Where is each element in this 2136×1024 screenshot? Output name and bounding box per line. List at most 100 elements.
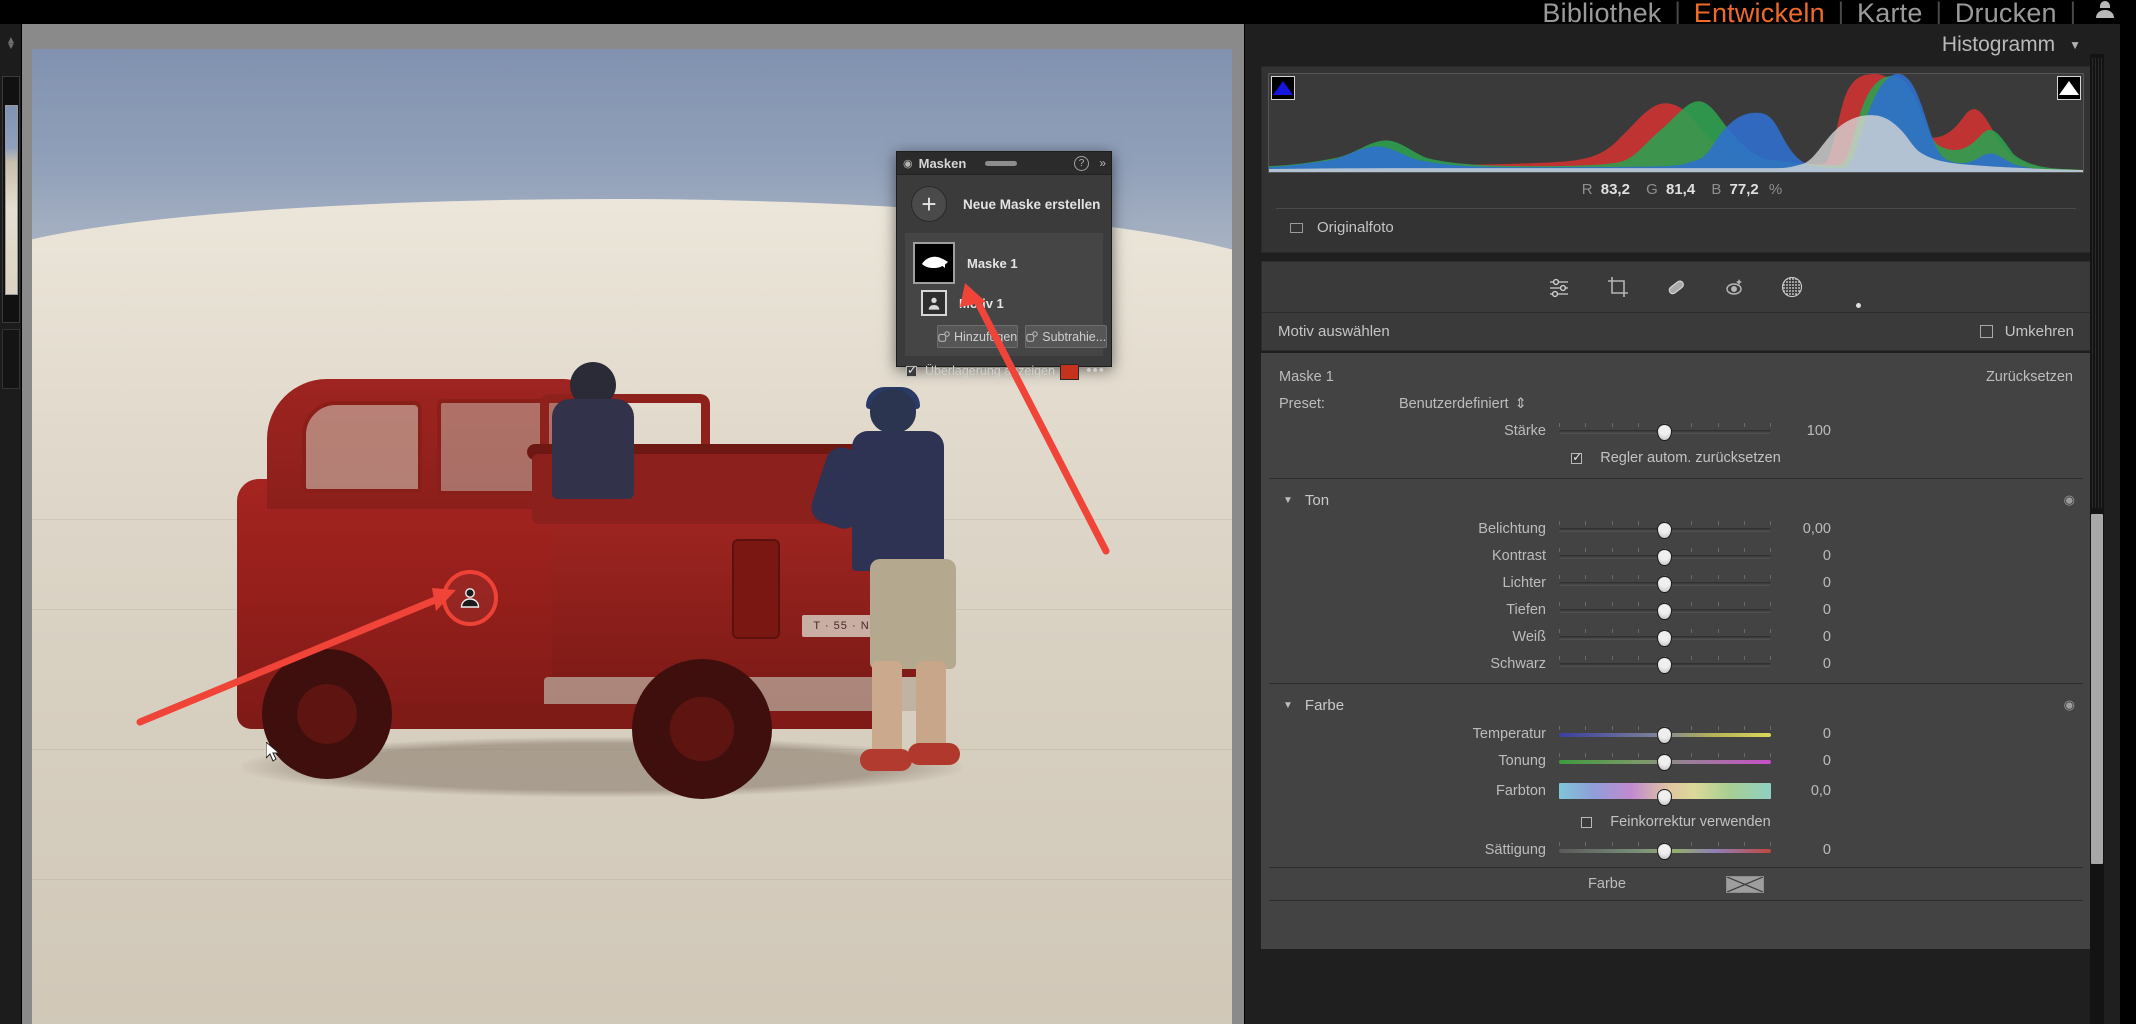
module-entwickeln[interactable]: Entwickeln <box>1681 0 1838 24</box>
left-panel-collapsed[interactable]: ▲ ▼ <box>0 24 22 1024</box>
strength-label: Stärke <box>1504 422 1546 439</box>
module-separator: | <box>2069 0 2076 24</box>
create-new-mask-button[interactable]: + Neue Maske erstellen <box>897 175 1111 233</box>
add-mask-button[interactable]: Hinzufügen <box>937 325 1019 348</box>
subtract-mask-label: Subtrahie... <box>1042 329 1107 344</box>
masking-icon[interactable] <box>1778 273 1806 301</box>
mask-action-buttons: Hinzufügen Subtrahie... <box>905 319 1108 348</box>
slider-label: Belichtung <box>1478 520 1546 537</box>
slider-label: Weiß <box>1512 628 1546 645</box>
slider-value: 0 <box>1822 574 1831 591</box>
basic-adjust-icon[interactable] <box>1546 273 1574 301</box>
rectangle-icon <box>1290 222 1303 233</box>
up-down-stepper-icon[interactable]: ⇕ <box>1515 396 1527 412</box>
subtract-mask-button[interactable]: Subtrahie... <box>1025 325 1108 348</box>
masken-floating-panel[interactable]: ◉ Masken ? » + Neue Maske erstellen Mask… <box>896 151 1112 380</box>
slider-belichtung: Belichtung 0,00 <box>1261 515 2091 542</box>
slider-control[interactable] <box>1559 519 1771 539</box>
select-subject-row[interactable]: Motiv auswählen Umkehren <box>1261 313 2091 351</box>
slider-control[interactable] <box>1559 627 1771 647</box>
tool-strip <box>1261 261 2091 313</box>
reset-mask-button[interactable]: Zurücksetzen <box>1986 369 2073 385</box>
scrollbar-thumb[interactable] <box>2091 514 2103 864</box>
slider-value: 0 <box>1822 841 1831 858</box>
drag-grip-icon[interactable] <box>985 161 1017 166</box>
navigator-box <box>2 76 20 323</box>
crop-icon[interactable] <box>1604 273 1632 301</box>
module-karte[interactable]: Karte <box>1844 0 1936 24</box>
preset-row: Preset: Benutzerdefiniert ⇕ <box>1261 390 2091 417</box>
show-overlay-row[interactable]: Überlagerung anzeigen ••• <box>897 356 1111 386</box>
slider-control[interactable] <box>1559 546 1771 566</box>
shadow-clipping-triangle[interactable] <box>1271 76 1295 100</box>
user-badge-icon[interactable] <box>2092 0 2118 24</box>
slider-control[interactable] <box>1559 751 1771 771</box>
caret-down-icon[interactable]: ▼ <box>1283 700 1293 711</box>
fine-correction-checkbox[interactable] <box>1581 816 1593 828</box>
person-right-shorts <box>870 559 956 669</box>
caret-down-icon[interactable]: ▼ <box>1283 495 1293 506</box>
mask-header-row: Maske 1 Zurücksetzen <box>1261 363 2091 390</box>
module-drucken[interactable]: Drucken <box>1942 0 2070 24</box>
show-overlay-checkbox[interactable] <box>906 363 917 377</box>
chevron-down-icon[interactable]: ▼ <box>2069 38 2081 52</box>
subject-person-pin-icon[interactable] <box>442 570 498 626</box>
slider-control[interactable] <box>1559 840 1771 860</box>
masken-panel-header[interactable]: ◉ Masken ? » <box>897 152 1111 175</box>
right-panel-scrollbar[interactable] <box>2090 54 2104 1024</box>
module-bar: Bibliothek | Entwickeln | Karte | Drucke… <box>0 0 2136 24</box>
fine-correction-row[interactable]: Feinkorrektur verwenden <box>1261 808 2091 836</box>
eye-icon[interactable]: ◉ <box>2064 492 2075 508</box>
slider-saettigung: Sättigung 0 <box>1261 836 2091 863</box>
photo-thumbnail[interactable] <box>5 105 18 295</box>
histogram-chart[interactable] <box>1268 73 2084 173</box>
invert-checkbox[interactable] <box>1979 325 1993 338</box>
section-header-ton[interactable]: ▼ Ton ◉ <box>1261 485 2091 515</box>
overlay-color-swatch[interactable] <box>1060 364 1079 380</box>
invert-label: Umkehren <box>2004 323 2074 340</box>
r-value: 83,2 <box>1600 181 1630 198</box>
no-color-swatch[interactable] <box>1725 875 1764 893</box>
slider-value: 0 <box>1822 752 1831 769</box>
section-header-farbe[interactable]: ▼ Farbe ◉ <box>1261 690 2091 720</box>
healing-brush-icon[interactable] <box>1662 273 1690 301</box>
show-overlay-label: Überlagerung anzeigen <box>925 364 1055 378</box>
slider-label: Farbton <box>1496 783 1546 799</box>
truck-running-board <box>347 704 647 722</box>
preset-value[interactable]: Benutzerdefiniert <box>1399 396 1509 412</box>
red-eye-icon[interactable] <box>1720 273 1748 301</box>
ellipsis-icon[interactable]: ••• <box>1086 362 1105 379</box>
slider-control[interactable] <box>1559 779 1771 806</box>
eye-icon[interactable]: ◉ <box>903 157 913 170</box>
slider-control[interactable] <box>1559 724 1771 744</box>
eye-icon[interactable]: ◉ <box>2064 697 2075 713</box>
slider-control[interactable] <box>1559 573 1771 593</box>
histogram-header[interactable]: Histogramm ▼ <box>1253 24 2099 66</box>
mask-list-item-motiv-1[interactable]: Motiv 1 <box>905 287 1103 319</box>
fine-correction-label: Feinkorrektur verwenden <box>1610 814 1771 830</box>
panel-collapse-icon[interactable]: ▲ ▼ <box>6 36 16 52</box>
double-chevron-right-icon[interactable]: » <box>1099 156 1106 170</box>
auto-reset-checkbox[interactable] <box>1571 450 1582 464</box>
plus-icon[interactable]: + <box>911 186 947 222</box>
auto-reset-row[interactable]: Regler autom. zurücksetzen <box>1261 444 2091 472</box>
color-label: Farbe <box>1588 876 1626 892</box>
slider-label: Sättigung <box>1484 841 1546 858</box>
highlight-clipping-triangle[interactable] <box>2057 76 2081 100</box>
slider-kontrast: Kontrast 0 <box>1261 542 2091 569</box>
strength-slider[interactable] <box>1559 421 1771 441</box>
slider-value: 0 <box>1822 601 1831 618</box>
masken-panel-title: Masken <box>918 155 967 171</box>
module-bibliothek[interactable]: Bibliothek <box>1529 0 1674 24</box>
help-icon[interactable]: ? <box>1074 156 1089 171</box>
color-picker-row[interactable]: Farbe <box>1269 867 2083 901</box>
slider-label: Tiefen <box>1506 601 1546 618</box>
person-right-head <box>870 389 916 433</box>
mask-list-item-maske-1[interactable]: Maske 1 <box>905 239 1103 287</box>
slider-farbton: Farbton 0,0 <box>1261 774 2091 808</box>
slider-control[interactable] <box>1559 600 1771 620</box>
original-photo-row[interactable]: Originalfoto <box>1276 208 2076 246</box>
histogram-title: Histogramm <box>1941 33 2056 56</box>
slider-control[interactable] <box>1559 654 1771 674</box>
slider-schwarz: Schwarz 0 <box>1261 650 2091 677</box>
